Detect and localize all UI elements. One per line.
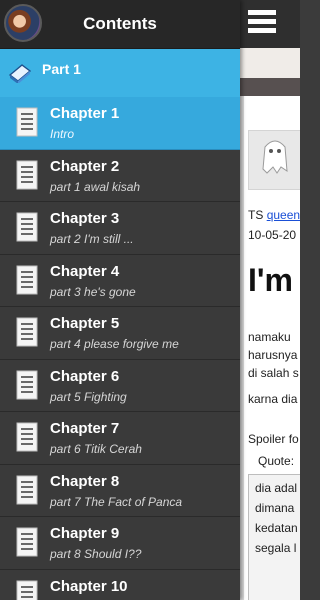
book-icon: [8, 64, 32, 83]
quote-box: dia adal dimana kedatan segala l: [248, 474, 300, 600]
chapter-subtitle: part 4 please forgive me: [50, 337, 179, 351]
chapter-list: Chapter 1 Intro Chapter 2 part 1 awal kisah…: [0, 97, 240, 600]
thread-starter: TS queen: [248, 208, 300, 222]
chapter-item-7[interactable]: Chapter 7 part 6 Titik Cerah: [0, 412, 240, 465]
chapter-title: Chapter 2: [50, 157, 120, 175]
chapter-title: Chapter 8: [50, 472, 120, 490]
document-icon: [16, 370, 38, 400]
content-header-strip: [240, 48, 300, 78]
chapter-title: Chapter 10: [50, 577, 128, 595]
document-icon: [16, 265, 38, 295]
drawer-header: Contents: [0, 0, 240, 49]
document-icon: [16, 107, 38, 137]
chapter-subtitle: part 3 he's gone: [50, 284, 136, 299]
chapter-title: Chapter 5: [50, 315, 120, 332]
hamburger-menu-icon[interactable]: [248, 6, 276, 40]
document-icon: [16, 160, 38, 190]
spoiler-label[interactable]: Spoiler fo: [248, 432, 299, 446]
author-link[interactable]: queen: [267, 208, 300, 222]
chapter-subtitle: part 8 Should I??: [50, 547, 142, 561]
quote-label: Quote:: [258, 454, 295, 468]
chapter-subtitle: Intro: [50, 127, 75, 141]
part-1-header[interactable]: Part 1: [0, 49, 240, 97]
chapter-subtitle: part 2 I'm still ...: [50, 232, 134, 246]
body-line: karna dia: [248, 392, 298, 406]
document-icon: [16, 475, 38, 505]
chapter-item-2[interactable]: Chapter 2 part 1 awal kisah: [0, 149, 240, 202]
document-icon: [16, 580, 38, 600]
story-title: I'm Y: [248, 262, 300, 298]
chapter-title: Chapter 4: [50, 262, 120, 280]
body-line: namaku: [248, 330, 291, 344]
chapter-subtitle: part 5 Fighting: [50, 389, 127, 404]
chapter-title: Chapter 7: [50, 420, 120, 437]
chapter-item-8[interactable]: Chapter 8 part 7 The Fact of Panca: [0, 464, 240, 517]
chapter-subtitle: part 6 Titik Cerah: [50, 442, 142, 456]
document-icon: [16, 422, 38, 452]
content-edge: [240, 96, 244, 600]
chapter-item-5[interactable]: Chapter 5 part 4 please forgive me: [0, 307, 240, 360]
quote-line: dimana: [255, 501, 295, 515]
chapter-title: Chapter 1: [50, 105, 120, 122]
chapter-title: Chapter 9: [50, 525, 120, 542]
ts-prefix: TS: [248, 208, 264, 222]
post-date: 10-05-20: [248, 228, 297, 242]
content-divider: [240, 78, 300, 96]
chapter-item-6[interactable]: Chapter 6 part 5 Fighting: [0, 359, 240, 412]
navigation-drawer: Contents Part 1 Chapter 1 Intro Chapter 2 p…: [0, 0, 240, 600]
chapter-subtitle: part 1 awal kisah: [50, 179, 141, 194]
chapter-title: Chapter 3: [50, 210, 120, 227]
document-icon: [16, 527, 38, 557]
chapter-item-3[interactable]: Chapter 3 part 2 I'm still ...: [0, 202, 240, 255]
part-label: Part 1: [42, 61, 81, 77]
app-logo-avatar[interactable]: [4, 4, 42, 42]
drawer-title: Contents: [83, 14, 157, 33]
quote-line: kedatan: [255, 521, 298, 535]
content-toolbar: [240, 0, 300, 48]
quote-line: dia adal: [255, 481, 298, 495]
content-page: TS queen 10-05-20 I'm Y namaku harusnya …: [240, 0, 300, 600]
chapter-item-9[interactable]: Chapter 9 part 8 Should I??: [0, 517, 240, 570]
body-line: di salah s: [248, 366, 299, 380]
document-icon: [16, 317, 38, 347]
quote-line: segala l: [255, 541, 297, 555]
ghost-avatar-icon: [248, 130, 300, 190]
body-line: harusnya: [248, 348, 298, 362]
chapter-item-1[interactable]: Chapter 1 Intro: [0, 97, 240, 150]
chapter-item-4[interactable]: Chapter 4 part 3 he's gone: [0, 254, 240, 307]
chapter-item-10[interactable]: Chapter 10part 9: [0, 569, 240, 600]
chapter-title: Chapter 6: [50, 367, 120, 385]
chapter-subtitle: part 7 The Fact of Panca: [50, 494, 183, 509]
document-icon: [16, 212, 38, 242]
